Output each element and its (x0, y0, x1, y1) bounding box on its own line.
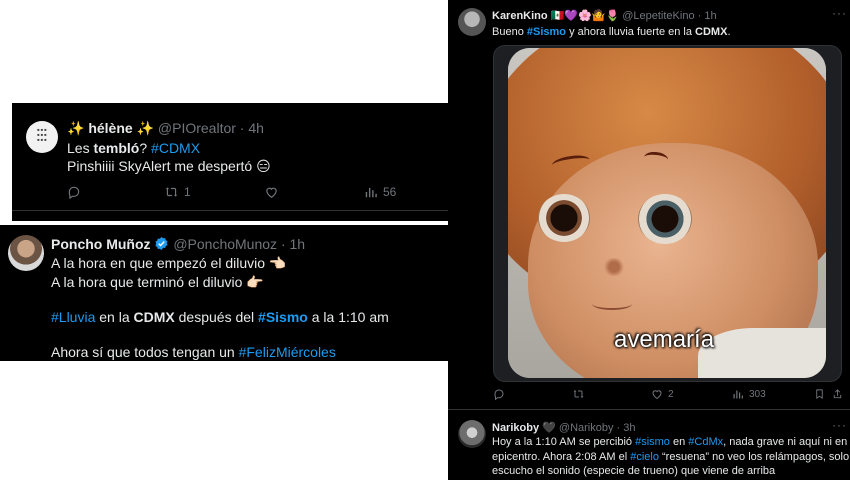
avatar[interactable]: ■ ■ ■ ■ ■ ■ ■ ■ ■ (26, 121, 58, 153)
handle[interactable]: @Narikoby (559, 422, 614, 434)
like-count: 2 (668, 388, 674, 400)
tweet-text-line3: #Lluvia en la CDMX después del #Sismo a … (51, 309, 389, 325)
verified-icon (155, 236, 168, 251)
tweet-card-karenkino[interactable]: KarenKino 🇲🇽💜🌸🤷🌷 @LepetiteKino · 1h ··· … (448, 0, 850, 410)
like-icon (266, 187, 277, 198)
reply-icon (494, 389, 504, 400)
media-photo: avemaría (508, 48, 826, 378)
tweet-text-line1: Hoy a la 1:10 AM se percibió #sismo en #… (492, 436, 850, 448)
tweet-text-line1: Les tembló? #CDMX (67, 140, 201, 156)
display-name[interactable]: Poncho Muñoz (51, 236, 151, 252)
tweet-text-line2: Pinshiiii SkyAlert me despertó 😑 (67, 158, 271, 174)
hashtag-lluvia[interactable]: #Lluvia (51, 309, 95, 325)
divider (12, 210, 448, 211)
hashtag-cielo[interactable]: #cielo (630, 451, 659, 463)
retweet-button[interactable]: 1 (164, 185, 191, 199)
tweet-media[interactable]: avemaría (493, 45, 842, 382)
hashtag-cdmx[interactable]: #CDMX (151, 140, 200, 156)
handle[interactable]: @PIOrealtor (158, 120, 236, 136)
reply-button[interactable] (493, 388, 505, 400)
retweet-button[interactable] (572, 388, 585, 400)
share-icon (833, 389, 842, 399)
timestamp[interactable]: 3h (623, 422, 635, 434)
more-icon[interactable]: ··· (832, 6, 847, 20)
more-icon[interactable]: ··· (832, 418, 847, 432)
tweet-text-line2: A la hora que terminó el diluvio 👉🏻 (51, 274, 264, 290)
views-count: 303 (749, 388, 766, 400)
display-name[interactable]: ✨ hélène ✨ (67, 120, 154, 136)
timestamp[interactable]: 4h (248, 120, 264, 136)
tweet-text-line1: A la hora en que empezó el diluvio 👈🏻 (51, 255, 287, 271)
avatar[interactable] (8, 235, 44, 271)
retweet-count: 1 (184, 185, 191, 199)
avatar[interactable] (458, 420, 486, 448)
hashtag-sismo[interactable]: #Sismo (527, 26, 566, 38)
views-button[interactable]: 56 (364, 185, 396, 199)
bookmark-icon (816, 389, 823, 399)
media-caption: avemaría (614, 326, 715, 353)
hashtag-cdmx[interactable]: #CdMx (688, 436, 723, 448)
avatar[interactable] (458, 8, 486, 36)
display-name[interactable]: Narikoby (492, 422, 539, 434)
bookmark-button[interactable] (814, 388, 825, 400)
doll-mouth (592, 298, 632, 310)
retweet-icon (165, 187, 178, 197)
like-button[interactable]: 2 (651, 388, 674, 400)
name-emojis: 🇲🇽💜🌸🤷🌷 (550, 10, 620, 22)
tweet-card-narikoby[interactable]: Narikoby 🖤 @Narikoby · 3h ··· Hoy a la 1… (448, 410, 850, 480)
name-emoji: 🖤 (542, 422, 556, 434)
doll-eye-left (538, 194, 590, 242)
like-icon (652, 390, 662, 400)
share-button[interactable] (832, 388, 843, 400)
tweet-header: KarenKino 🇲🇽💜🌸🤷🌷 @LepetiteKino · 1h (492, 10, 717, 22)
tweet-text: Bueno #Sismo y ahora lluvia fuerte en la… (492, 26, 731, 38)
like-button[interactable] (264, 185, 279, 199)
avatar-art: ■ ■ ■ ■ ■ ■ ■ ■ ■ (37, 127, 47, 142)
tweet-header: ✨ hélène ✨ @PIOrealtor · 4h (67, 120, 264, 136)
tweet-text-line3: escucho el sonido (especie de trueno) qu… (492, 465, 776, 477)
doll-nose (600, 258, 628, 276)
doll-eye-right (638, 194, 692, 244)
tweet-text-line4: Ahora sí que todos tengan un #FelizMiérc… (51, 344, 336, 360)
timestamp[interactable]: 1h (290, 236, 306, 252)
tweet-card-helene[interactable]: ■ ■ ■ ■ ■ ■ ■ ■ ■ ✨ hélène ✨ @PIOrealtor ·… (12, 103, 448, 221)
views-icon (365, 187, 377, 198)
timestamp[interactable]: 1h (704, 10, 716, 22)
retweet-icon (573, 390, 584, 398)
views-icon (733, 390, 743, 399)
tweet-header: Poncho Muñoz @PonchoMunoz · 1h (51, 236, 306, 252)
tweet-card-poncho[interactable]: Poncho Muñoz @PonchoMunoz · 1h A la hora… (0, 225, 448, 361)
hashtag-sismo[interactable]: #Sismo (258, 309, 308, 325)
reply-icon (68, 186, 80, 199)
hashtag-sismo[interactable]: #sismo (635, 436, 670, 448)
tweet-text-line2: epicentro. Ahora 2:08 AM el #cielo “resu… (492, 451, 850, 463)
handle[interactable]: @LepetiteKino (622, 10, 694, 22)
handle[interactable]: @PonchoMunoz (173, 236, 277, 252)
display-name[interactable]: KarenKino (492, 10, 548, 22)
hashtag-felizmiercoles[interactable]: #FelizMiércoles (239, 344, 336, 360)
reply-button[interactable] (67, 185, 81, 199)
views-button[interactable]: 303 (732, 388, 766, 400)
tweet-header: Narikoby 🖤 @Narikoby · 3h (492, 422, 636, 434)
doll-collar (698, 328, 826, 378)
views-count: 56 (383, 185, 397, 199)
